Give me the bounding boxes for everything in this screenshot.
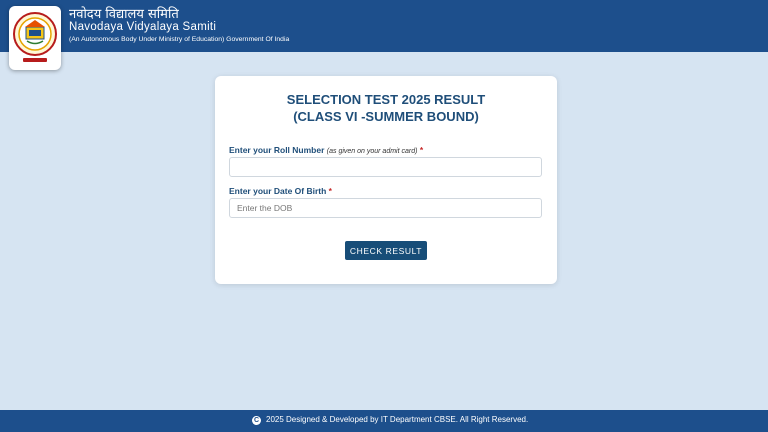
dob-label-text: Enter your Date Of Birth [229, 186, 327, 196]
check-result-button[interactable]: CHECK RESULT [345, 241, 427, 260]
dob-label: Enter your Date Of Birth * [229, 186, 332, 196]
roll-number-note: (as given on your admit card) [326, 148, 418, 155]
required-marker: * [419, 145, 424, 155]
nvs-logo[interactable] [9, 6, 61, 70]
nvs-emblem-icon [13, 12, 57, 62]
roll-number-label: Enter your Roll Number (as given on your… [229, 145, 423, 155]
org-name: Navodaya Vidyalaya Samiti [69, 21, 217, 33]
footer: C 2025 Designed & Developed by IT Depart… [0, 410, 768, 432]
result-form-card: SELECTION TEST 2025 RESULT (CLASS VI -SU… [215, 76, 557, 284]
roll-number-input[interactable] [229, 157, 542, 177]
top-header: नवोदय विद्यालय समिति Navodaya Vidyalaya … [0, 0, 768, 52]
title-line-1: SELECTION TEST 2025 RESULT [286, 92, 486, 107]
roll-number-label-text: Enter your Roll Number [229, 145, 325, 155]
copyright-icon: C [252, 416, 261, 425]
org-subtitle: (An Autonomous Body Under Ministry of Ed… [69, 36, 290, 43]
title-line-2: (CLASS VI -SUMMER BOUND) [293, 109, 479, 124]
footer-text: 2025 Designed & Developed by IT Departme… [266, 415, 529, 424]
required-marker: * [328, 186, 332, 196]
page-title: SELECTION TEST 2025 RESULT (CLASS VI -SU… [215, 91, 557, 125]
org-hindi-name: नवोदय विद्यालय समिति [69, 7, 179, 22]
dob-input[interactable] [229, 198, 542, 218]
